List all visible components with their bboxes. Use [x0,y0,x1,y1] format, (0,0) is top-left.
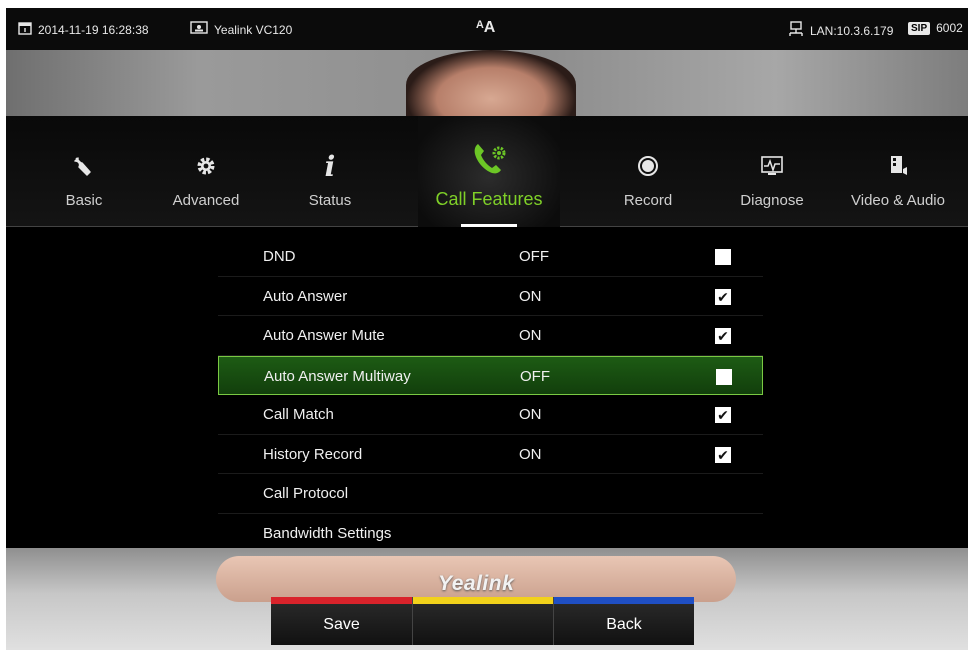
tab-status[interactable]: i Status [268,116,392,227]
yellow-softkey[interactable] [412,597,553,645]
info-icon: i [324,149,336,183]
video-audio-icon [836,152,960,180]
tab-status-label: Status [308,192,352,209]
tab-record[interactable]: Record [586,116,710,227]
tab-record-label: Record [623,192,673,209]
setting-value: OFF [520,367,550,385]
setting-name: Auto Answer Multiway [264,367,411,385]
setting-row-auto-answer-mute[interactable]: Auto Answer Mute ON ✔ [218,316,763,356]
setting-value: ON [519,445,542,463]
font-size-icon: ᴬA [476,19,496,36]
setting-value: OFF [519,248,549,265]
datetime-text: 2014-11-19 16:28:38 [38,22,149,37]
setting-name: History Record [263,445,363,463]
datetime: 2014-11-19 16:28:38 [18,21,149,38]
status-bar: 2014-11-19 16:28:38 Yealink VC120 ᴬA LAN… [6,8,968,50]
setting-row-auto-answer-multiway[interactable]: Auto Answer Multiway OFF [218,355,763,395]
device-name: Yealink VC120 [190,21,292,38]
yellow-key-indicator [413,597,553,604]
setting-name: Call Match [263,406,334,423]
tab-advanced-label: Advanced [172,192,240,209]
tab-diagnose-label: Diagnose [740,192,804,209]
checkbox[interactable] [715,249,731,265]
video-background-top [6,50,968,116]
blue-key-indicator [554,597,694,604]
setting-name: Auto Answer [263,287,348,305]
setting-value: ON [519,327,542,344]
tab-video-audio-label: Video & Audio [851,192,945,209]
tab-diagnose[interactable]: Diagnose [710,116,834,227]
checkbox-checked[interactable]: ✔ [715,446,731,463]
tab-call-features[interactable]: Call Features [418,116,560,227]
lan-text: LAN:10.3.6.179 [810,23,894,38]
diagnose-icon [710,152,834,180]
setting-name: DND [263,248,296,265]
sip-account-text: 6002 [936,21,963,35]
calendar-icon [18,21,32,38]
setting-row-auto-answer[interactable]: Auto Answer ON ✔ [218,277,763,316]
lan-status: LAN:10.3.6.179 [788,21,893,40]
setting-row-call-match[interactable]: Call Match ON ✔ [218,395,763,435]
monitor-icon [190,21,208,38]
checkbox-checked[interactable]: ✔ [715,407,731,423]
call-features-list: DND OFF Auto Answer ON ✔ Auto Answer Mut… [218,237,763,553]
setting-row-dnd[interactable]: DND OFF [218,237,763,277]
settings-panel: Basic Advanced i Status Call Features Re… [6,116,968,553]
setting-value: ON [519,406,542,423]
softkey-bar: Save Back [271,597,694,645]
participant-head [406,50,576,116]
setting-value: ON [519,287,542,305]
tab-basic[interactable]: Basic [24,116,144,227]
back-button[interactable]: Back [553,597,694,645]
save-button[interactable]: Save [271,597,412,645]
setting-name: Call Protocol [263,485,349,502]
screen: 2014-11-19 16:28:38 Yealink VC120 ᴬA LAN… [6,8,968,650]
setting-name: Bandwidth Settings [263,524,392,542]
tab-basic-label: Basic [65,192,103,209]
red-key-indicator [271,597,412,604]
back-button-label: Back [606,616,642,633]
record-icon [586,152,710,180]
active-tab-indicator [461,224,517,227]
checkbox[interactable] [716,368,732,385]
yealink-logo: Yealink [438,572,515,595]
tab-call-features-label: Call Features [435,189,543,209]
tab-advanced[interactable]: Advanced [144,116,268,227]
tab-video-audio[interactable]: Video & Audio [836,116,960,227]
sip-badge: SIP [908,21,931,35]
network-icon [788,21,804,40]
setting-row-call-protocol[interactable]: Call Protocol [218,474,763,514]
font-size-toggle[interactable]: ᴬA [476,19,495,37]
checkbox-checked[interactable]: ✔ [715,288,731,305]
sip-status: SIP 6002 [908,21,963,35]
checkbox-checked[interactable]: ✔ [715,328,731,344]
gear-icon [144,152,268,180]
setting-row-history-record[interactable]: History Record ON ✔ [218,435,763,474]
phone-gear-icon [418,138,560,182]
device-name-text: Yealink VC120 [214,22,293,37]
save-button-label: Save [323,616,360,633]
tab-bar: Basic Advanced i Status Call Features Re… [6,116,968,227]
wrench-icon [24,152,144,180]
setting-name: Auto Answer Mute [263,327,385,344]
